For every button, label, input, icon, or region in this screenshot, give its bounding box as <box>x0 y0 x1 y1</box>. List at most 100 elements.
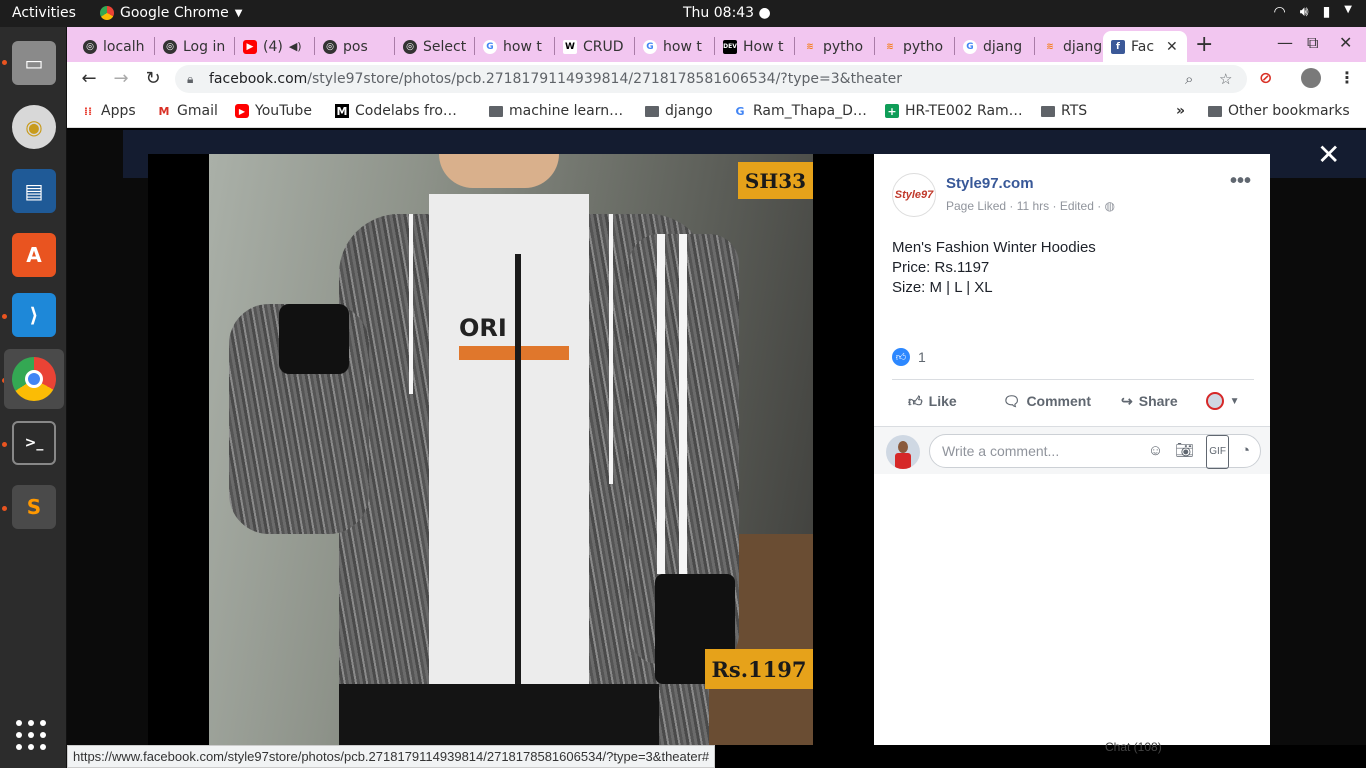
dock-ubuntu-software[interactable]: A <box>4 225 64 285</box>
bookmark-gmail[interactable]: M Gmail <box>157 103 218 119</box>
bookmark-star-icon[interactable]: ☆ <box>1219 65 1232 93</box>
dock-libreoffice-impress[interactable]: ▤ <box>4 161 64 221</box>
bookmark-other[interactable]: Other bookmarks <box>1208 103 1350 119</box>
comment-label: Comment <box>1026 393 1091 409</box>
commenter-avatar[interactable] <box>886 435 920 469</box>
bookmark-apps[interactable]: ⁞⁞ Apps <box>81 103 136 119</box>
chevron-down-icon: ▼ <box>1344 4 1352 15</box>
address-bar[interactable]: 🔒︎ facebook.com/style97store/photos/pcb.… <box>175 65 1247 93</box>
page-avatar[interactable]: Style97 <box>892 173 936 217</box>
close-window-icon[interactable]: ✕ <box>1339 33 1352 52</box>
clock-text: Thu 08:43 <box>683 5 755 21</box>
post-line: Size: M | L | XL <box>892 279 993 296</box>
bookmark-ram-thapa[interactable]: G Ram_Thapa_D… <box>733 103 867 119</box>
new-tab-button[interactable]: + <box>1195 32 1213 57</box>
show-applications-icon[interactable] <box>16 720 48 752</box>
product-photo[interactable]: ORI SH33 Rs.1197 <box>209 154 813 745</box>
app-menu[interactable]: Google Chrome ▼ <box>100 5 242 21</box>
bookmark-machine-learning[interactable]: machine learn… <box>489 103 623 119</box>
like-reaction-icon: 👍︎ <box>892 348 910 366</box>
tab-12[interactable]: ≋ djang <box>1035 31 1105 62</box>
medium-icon: M <box>335 104 349 118</box>
reload-icon[interactable]: ↻ <box>141 67 165 91</box>
maximize-icon[interactable]: ⧉ <box>1307 33 1318 53</box>
dock-rhythmbox[interactable]: ◉ <box>4 97 64 157</box>
reactions-summary[interactable]: 👍︎ 1 <box>892 348 926 366</box>
dock-sublime-text[interactable]: S <box>4 477 64 537</box>
camera-icon[interactable]: 📷︎ <box>1175 435 1194 469</box>
more-options-icon[interactable]: ••• <box>1230 170 1251 193</box>
bookmarks-bar: ⁞⁞ Apps M Gmail ▶ YouTube M Codelabs fro… <box>67 96 1366 128</box>
dock-vscode[interactable]: ⟩ <box>4 285 64 345</box>
bookmark-label: HR-TE002 Ram… <box>905 103 1023 119</box>
menu-icon[interactable]: ⋮ <box>1339 68 1355 87</box>
tab-6[interactable]: W CRUD <box>555 31 633 62</box>
tab-label: CRUD <box>583 38 624 55</box>
bookmark-label: Apps <box>101 103 136 119</box>
page-viewport: ✕ ORI SH33 Rs.1197 Style97 Style97.com P… <box>67 130 1366 745</box>
speaker-icon: ◉ <box>12 105 56 149</box>
comment-input[interactable]: Write a comment... ☺ 📷︎ GIF ◔ <box>929 434 1261 469</box>
page-name-link[interactable]: Style97.com <box>946 175 1034 192</box>
dock-terminal[interactable]: >_ <box>4 413 64 473</box>
tab-9[interactable]: ≋ pytho <box>795 31 873 62</box>
bookmark-label: Gmail <box>177 103 218 119</box>
tab-label: Fac <box>1131 38 1155 55</box>
zoom-icon[interactable]: ⌕ <box>1185 65 1193 93</box>
emoji-icon[interactable]: ☺ <box>1148 435 1163 469</box>
shirt-print: ORI <box>459 314 507 342</box>
share-button[interactable]: ↪ Share <box>1121 393 1178 410</box>
dock-file-manager[interactable]: ▭ <box>4 33 64 93</box>
google-icon: G <box>643 39 657 54</box>
tab-7[interactable]: G how t <box>635 31 713 62</box>
bookmark-hr[interactable]: + HR-TE002 Ram… <box>885 103 1023 119</box>
minimize-icon[interactable]: — <box>1277 33 1293 52</box>
bookmark-youtube[interactable]: ▶ YouTube <box>235 103 312 119</box>
bookmark-codelabs[interactable]: M Codelabs fro… <box>335 103 457 119</box>
w3-icon: W <box>563 39 577 54</box>
post-line: Men's Fashion Winter Hoodies <box>892 239 1096 256</box>
tab-11[interactable]: G djang <box>955 31 1033 62</box>
tab-4[interactable]: ◎ Select <box>395 31 473 62</box>
gif-icon[interactable]: GIF <box>1206 435 1229 469</box>
forward-icon[interactable]: → <box>109 67 133 91</box>
bookmark-label: Other bookmarks <box>1228 103 1350 119</box>
presentation-icon: ▤ <box>12 169 56 213</box>
back-icon[interactable]: ← <box>77 67 101 91</box>
like-button[interactable]: 👍︎ Like <box>908 393 957 410</box>
tab-0[interactable]: ◎ localh <box>75 31 153 62</box>
clock[interactable]: Thu 08:43 ● <box>683 5 771 21</box>
extension-icon[interactable]: ⊘ <box>1259 68 1272 87</box>
zipper <box>515 254 521 745</box>
activities-button[interactable]: Activities <box>12 5 76 21</box>
tab-10[interactable]: ≋ pytho <box>875 31 953 62</box>
comment-composer: Write a comment... ☺ 📷︎ GIF ◔ <box>874 426 1270 474</box>
post-line: Price: Rs.1197 <box>892 259 990 276</box>
bookmark-rts[interactable]: RTS <box>1041 103 1087 119</box>
google-icon: G <box>963 39 977 54</box>
bookmark-label: Ram_Thapa_D… <box>753 103 867 119</box>
tab-13-active[interactable]: f Fac ✕ <box>1103 31 1187 62</box>
post-as-selector[interactable]: ▼ <box>1205 392 1240 410</box>
bookmark-django[interactable]: django <box>645 103 713 119</box>
dock-google-chrome[interactable] <box>4 349 64 409</box>
tab-5[interactable]: G how t <box>475 31 553 62</box>
bookmarks-overflow-button[interactable]: » <box>1176 103 1185 119</box>
link-status-bar: https://www.facebook.com/style97store/ph… <box>67 745 716 768</box>
system-tray[interactable]: ◠ 🔊︎ ▮ ▼ <box>1274 4 1352 20</box>
tab-8[interactable]: DEV How t <box>715 31 793 62</box>
drawstring <box>609 214 613 484</box>
close-photo-viewer-icon[interactable]: ✕ <box>1317 138 1340 171</box>
pants <box>339 684 659 745</box>
sticker-icon[interactable]: ◔ <box>1241 435 1250 469</box>
tab-1[interactable]: ◎ Log in <box>155 31 233 62</box>
youtube-icon: ▶ <box>243 39 257 54</box>
tab-2[interactable]: ▶ (4) ◀︎) <box>235 31 313 62</box>
comment-button[interactable]: 🗨︎ Comment <box>1003 393 1091 410</box>
tab-3[interactable]: ◎ pos <box>315 31 393 62</box>
software-bag-icon: A <box>12 233 56 277</box>
profile-avatar[interactable] <box>1301 68 1321 88</box>
photo-stage[interactable]: ORI SH33 Rs.1197 <box>148 154 874 745</box>
post-text: Men's Fashion Winter Hoodies Price: Rs.1… <box>892 238 1096 298</box>
close-tab-icon[interactable]: ✕ <box>1166 39 1178 55</box>
